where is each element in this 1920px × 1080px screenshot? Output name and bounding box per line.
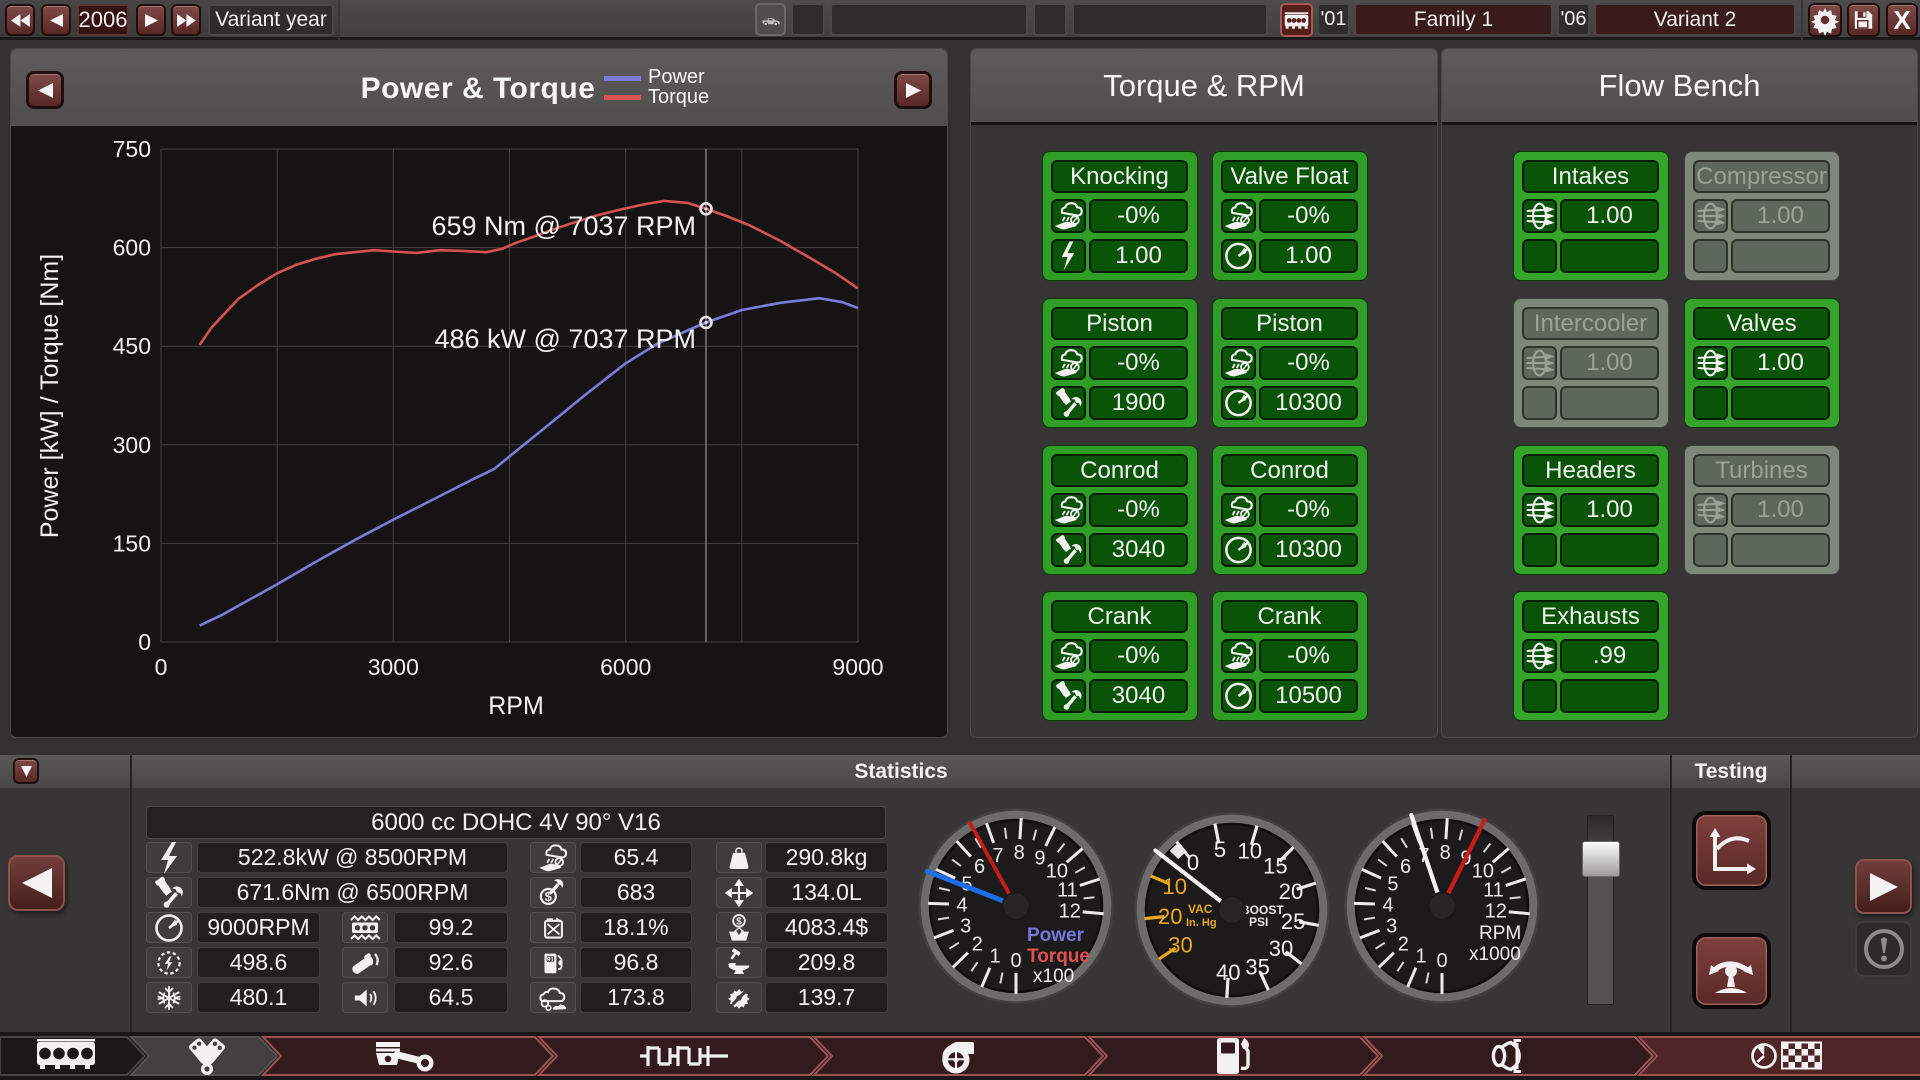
svg-text:PSI: PSI (1249, 915, 1268, 929)
svg-text:0: 0 (1187, 850, 1199, 875)
svg-text:600: 600 (113, 235, 151, 261)
svg-text:35: 35 (1245, 955, 1269, 980)
svg-text:1: 1 (1415, 946, 1426, 968)
svg-text:0: 0 (138, 629, 151, 655)
svg-text:3: 3 (960, 916, 971, 938)
svg-text:20: 20 (1158, 904, 1182, 929)
svg-text:Torque: Torque (1027, 946, 1090, 967)
svg-text:150: 150 (113, 530, 151, 556)
svg-text:40: 40 (1216, 960, 1240, 985)
svg-text:0: 0 (1436, 950, 1447, 972)
svg-text:3000: 3000 (368, 654, 419, 680)
svg-text:12: 12 (1485, 901, 1507, 923)
svg-text:450: 450 (113, 333, 151, 359)
svg-text:0: 0 (155, 654, 168, 680)
svg-text:30: 30 (1269, 936, 1293, 961)
svg-text:659 Nm @ 7037 RPM: 659 Nm @ 7037 RPM (431, 211, 696, 241)
svg-text:x100: x100 (1033, 966, 1074, 987)
svg-text:91: 91 (547, 956, 555, 963)
svg-text:2: 2 (1398, 934, 1409, 956)
svg-text:10: 10 (1237, 839, 1261, 864)
svg-text:12: 12 (1059, 901, 1081, 923)
svg-text:6: 6 (974, 856, 985, 878)
svg-text:25: 25 (1281, 909, 1305, 934)
svg-text:x1000: x1000 (1469, 944, 1521, 965)
svg-text:RPM: RPM (1479, 923, 1521, 944)
svg-text:9000: 9000 (832, 654, 883, 680)
svg-text:4: 4 (956, 894, 967, 916)
svg-text:Power: Power (1027, 925, 1085, 946)
svg-text:750: 750 (113, 136, 151, 162)
svg-text:0: 0 (1010, 950, 1021, 972)
svg-text:VAC: VAC (1188, 902, 1213, 916)
svg-text:1: 1 (989, 946, 1000, 968)
svg-text:Power [kW] / Torque [Nm]: Power [kW] / Torque [Nm] (36, 254, 64, 538)
svg-text:15: 15 (1263, 854, 1287, 879)
svg-text:20: 20 (1279, 879, 1303, 904)
svg-text:8: 8 (1440, 842, 1451, 864)
svg-text:30: 30 (1168, 933, 1192, 958)
svg-text:$: $ (545, 889, 552, 904)
svg-text:In. Hg: In. Hg (1186, 917, 1217, 929)
svg-text:486 kW @ 7037 RPM: 486 kW @ 7037 RPM (434, 324, 696, 354)
svg-text:10: 10 (1163, 874, 1187, 899)
svg-text:4: 4 (1382, 894, 1393, 916)
svg-text:11: 11 (1057, 879, 1078, 901)
svg-text:5: 5 (1387, 874, 1398, 896)
svg-text:6000: 6000 (600, 654, 651, 680)
svg-text:$: $ (736, 916, 742, 927)
svg-text:9: 9 (1034, 848, 1045, 870)
svg-text:5: 5 (1214, 837, 1226, 862)
svg-text:300: 300 (113, 432, 151, 458)
svg-text:RPM: RPM (488, 692, 544, 720)
svg-text:2: 2 (972, 934, 983, 956)
svg-text:3: 3 (1386, 916, 1397, 938)
svg-text:8: 8 (1014, 842, 1025, 864)
svg-text:6: 6 (1400, 856, 1411, 878)
svg-text:11: 11 (1483, 879, 1504, 901)
